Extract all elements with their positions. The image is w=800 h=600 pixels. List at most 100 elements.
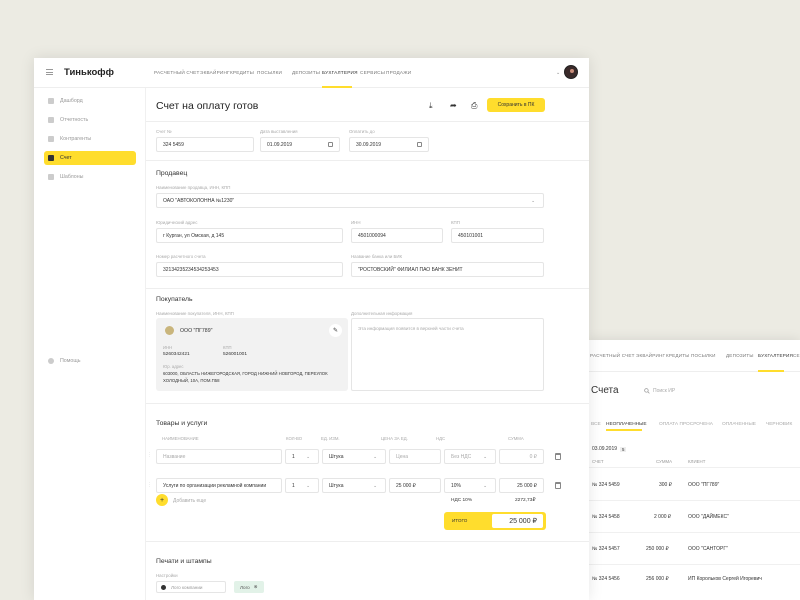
sidebar-item-contractors[interactable]: Контрагенты [44,132,136,146]
close-icon[interactable]: ⊗ [254,584,258,590]
accounts-header-client: КЛИЕНТ [688,459,706,464]
accounts-date-badge: 5 [620,446,627,452]
buyer-name: ООО "ПГ789" [180,328,213,334]
add-item-label[interactable]: Добавить еще [173,498,206,504]
table-row-client: ООО "ДАЙМЕКС" [688,514,729,520]
accounts-title: Счета [591,385,619,396]
goods-header-unit: ЕД. ИЗМ. [321,436,340,441]
divider [146,403,589,404]
goods-section-title: Товары и услуги [156,420,208,427]
goods-row-qty[interactable]: 1 ⌄ [285,449,319,464]
chevron-down-icon[interactable]: ⌄ [373,454,377,460]
company-logo-icon [165,326,174,335]
goods-header-price: ЦЕНА ЗА ЕД. [381,436,408,441]
table-row-client: ИП Корольков Сергей Игоревич [688,576,762,582]
accounts-tab-paid[interactable]: ОПЛАЧЕННЫЕ [722,422,756,427]
reports-icon [48,117,54,123]
accounts-top-nav: РАСЧЕТНЫЙ СЧЕТ ЭКВАЙРИНГ КРЕДИТЫ ПОСЫЛКИ… [588,340,800,372]
sidebar-item-dashboard[interactable]: Дашборд [44,94,136,108]
sidebar-item-label: Контрагенты [60,136,92,142]
invoice-window: Тинькофф РАСЧЕТНЫЙ СЧЕТ ЭКВАЙРИНГ КРЕДИТ… [34,58,589,600]
sidebar-item-reports[interactable]: Отчетность [44,113,136,127]
goods-header-sum: СУММА [508,436,524,441]
goods-row-name[interactable]: Название [156,449,282,464]
chevron-down-icon[interactable]: ⌄ [483,483,487,489]
templates-icon [48,174,54,180]
row-divider [588,500,800,501]
sidebar-item-templates[interactable]: Шаблоны [44,170,136,184]
table-row-sum: 250 000 ₽ [646,546,669,552]
goods-row-price[interactable]: 25 000 ₽ [389,478,441,493]
table-row-sum: 300 ₽ [659,482,672,488]
divider [146,541,589,542]
sidebar: Дашборд Отчетность Контрагенты Счет Шабл… [34,88,146,600]
buyer-address-line1: 603000, ОБЛАСТЬ НИЖЕГОРОДСКАЯ, ГОРОД НИЖ… [163,371,328,376]
row-divider [588,564,800,565]
chevron-down-icon[interactable]: ⌄ [306,454,310,460]
chevron-down-icon[interactable]: ⌄ [483,454,487,460]
goods-row-qty-value: 1 [292,482,295,489]
goods-row-vat[interactable]: 10% ⌄ [444,478,496,493]
add-item-button[interactable]: + [156,494,168,506]
menu-icon[interactable] [46,69,53,77]
buyer-card: ООО "ПГ789" ✎ ИНН 5260342421 КПП 5260010… [156,318,348,391]
goods-row-unit-value: Штука [329,453,344,460]
table-row-number[interactable]: № 324 5457 [592,546,620,552]
company-logo-select[interactable]: Лого компании [156,581,226,593]
trash-icon[interactable] [555,453,561,460]
vat-label: НДС 10% [451,498,473,503]
accounts-header-number: СЧЕТ [592,459,604,464]
goods-row-vat[interactable]: Без НДС ⌄ [444,449,496,464]
table-row-number[interactable]: № 324 5458 [592,514,620,520]
stamps-settings-label: Настройки [156,573,178,578]
extra-info-textarea[interactable]: Эта информация появится в верхней части … [351,318,544,391]
total-label: ИТОГО [452,518,468,523]
drag-handle-icon[interactable]: ⋮ [147,482,152,488]
accounts-nav-item[interactable]: КРЕДИТЫ [666,353,690,358]
pencil-icon[interactable]: ✎ [329,324,342,337]
buyer-kpp-label: КПП [223,345,232,350]
accounts-nav-item[interactable]: ДЕПОЗИТЫ [726,353,754,358]
stamps-section-title: Печати и штампы [156,558,212,565]
table-row-number[interactable]: № 324 5456 [592,576,620,582]
goods-row-vat-value: 10% [451,482,462,489]
sidebar-item-invoice[interactable]: Счет [44,151,136,165]
trash-icon[interactable] [555,482,561,489]
accounts-tab-draft[interactable]: ЧЕРНОВИК [766,422,792,427]
dashboard-icon [48,98,54,104]
sidebar-item-label: Шаблоны [60,174,84,180]
contractors-icon [48,136,54,142]
goods-row-vat-value: Без НДС [451,453,472,460]
accounts-tab-all[interactable]: ВСЕ [591,422,601,427]
goods-header-name: НАИМЕНОВАНИЕ [162,436,199,441]
search-icon [644,388,650,394]
accounts-date-group: 03.09.2019 5 [592,446,627,452]
accounts-tab-overdue[interactable]: ОПЛАТА ПРОСРОЧЕНА [659,422,713,427]
table-row-client: ООО "ПГ789" [688,482,720,488]
chevron-down-icon[interactable]: ⌄ [306,483,310,489]
accounts-nav-item[interactable]: БУХГАЛТЕРИЯ [758,353,793,358]
goods-row-qty[interactable]: 1 ⌄ [285,478,319,493]
goods-row-price[interactable]: Цена [389,449,441,464]
chevron-down-icon[interactable]: ⌄ [373,483,377,489]
goods-row-unit[interactable]: Штука ⌄ [322,449,386,464]
buyer-inn-label: ИНН [163,345,173,350]
invoice-icon [48,155,54,161]
accounts-nav-item[interactable]: ПОСЫЛКИ [691,353,716,358]
accounts-search[interactable]: Поиск ИР [644,388,675,394]
accounts-tab-underline [606,429,642,431]
accounts-tab-unpaid[interactable]: НЕОПЛАЧЕННЫЕ [606,422,647,427]
logo-chip[interactable]: Лого ⊗ [234,581,264,593]
goods-row-name[interactable]: Услуги по организации рекламной компании [156,478,282,493]
drag-handle-icon[interactable]: ⋮ [147,452,152,458]
accounts-nav-item[interactable]: ЭКВАЙРИНГ [636,353,665,358]
extra-info-placeholder: Эта информация появится в верхней части … [358,326,464,331]
sidebar-item-help[interactable]: Помощь [48,358,80,364]
accounts-nav-underline [758,370,784,372]
goods-row-unit[interactable]: Штука ⌄ [322,478,386,493]
goods-row-qty-value: 1 [292,453,295,460]
table-row-number[interactable]: № 324 5459 [592,482,620,488]
vat-value: 2272,73₽ [515,498,536,503]
accounts-nav-item[interactable]: РАСЧЕТНЫЙ СЧЕТ [590,353,635,358]
accounts-nav-item[interactable]: СЕ [793,353,800,358]
